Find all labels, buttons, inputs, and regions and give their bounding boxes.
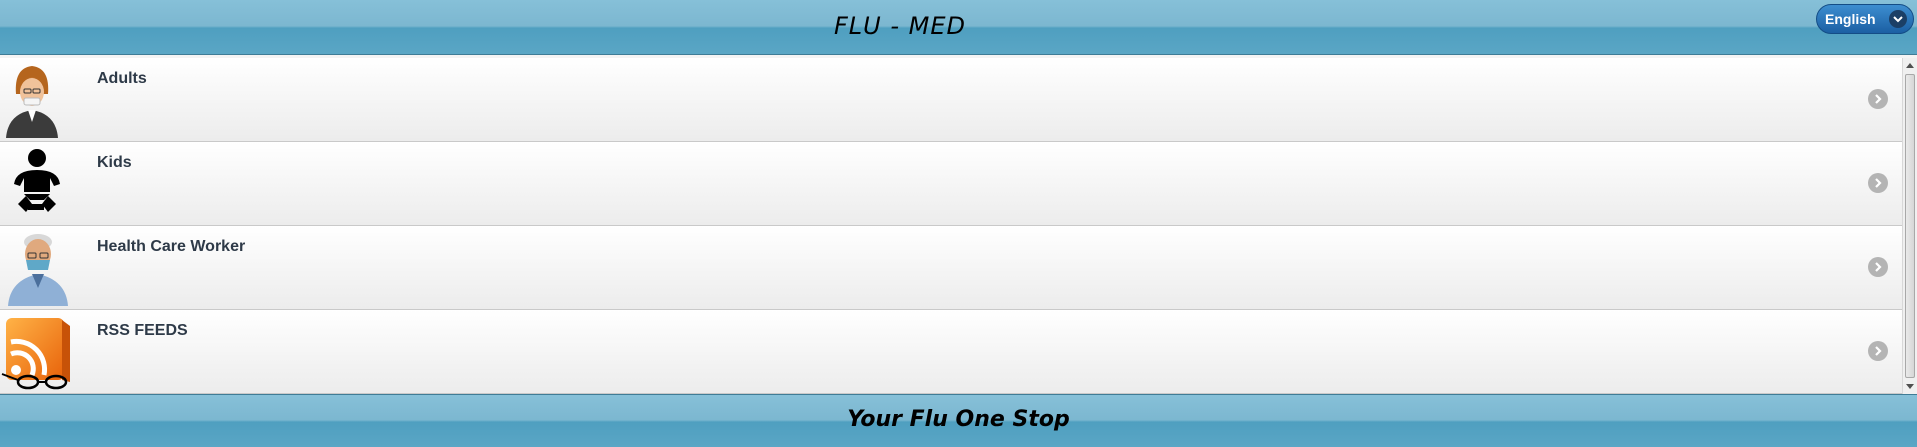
scroll-down-icon[interactable] — [1906, 384, 1914, 389]
chevron-right-icon — [1868, 257, 1888, 277]
list-item-health-care-worker[interactable]: Health Care Worker — [0, 226, 1902, 310]
adult-woman-icon — [0, 60, 80, 140]
chevron-down-icon — [1889, 10, 1907, 28]
list-item-label: Kids — [97, 154, 132, 171]
category-list: Adults Kids Health Care Worker RSS FEEDS — [0, 58, 1902, 394]
app-page: FLU - MED English Adults Kids Health Car… — [0, 0, 1917, 447]
language-selected-label: English — [1825, 11, 1876, 27]
list-item-label: Health Care Worker — [97, 238, 246, 255]
masked-doctor-icon — [0, 228, 80, 308]
list-item-label: Adults — [97, 70, 147, 87]
list-item-rss-feeds[interactable]: RSS FEEDS — [0, 310, 1902, 394]
vertical-scrollbar[interactable] — [1902, 58, 1917, 394]
chevron-right-icon — [1868, 173, 1888, 193]
list-item-kids[interactable]: Kids — [0, 142, 1902, 226]
chevron-right-icon — [1868, 341, 1888, 361]
baby-icon — [0, 144, 80, 224]
chevron-right-icon — [1868, 89, 1888, 109]
scroll-up-icon[interactable] — [1906, 63, 1914, 68]
footer-bar: Your Flu One Stop — [0, 394, 1917, 447]
header-bar: FLU - MED English — [0, 0, 1917, 55]
footer-tagline: Your Flu One Stop — [847, 407, 1070, 432]
rss-feed-icon — [0, 312, 80, 392]
page-title: FLU - MED — [833, 12, 966, 40]
language-select[interactable]: English — [1816, 4, 1914, 34]
list-item-adults[interactable]: Adults — [0, 58, 1902, 142]
scrollbar-thumb[interactable] — [1905, 74, 1915, 378]
list-item-label: RSS FEEDS — [97, 322, 188, 339]
